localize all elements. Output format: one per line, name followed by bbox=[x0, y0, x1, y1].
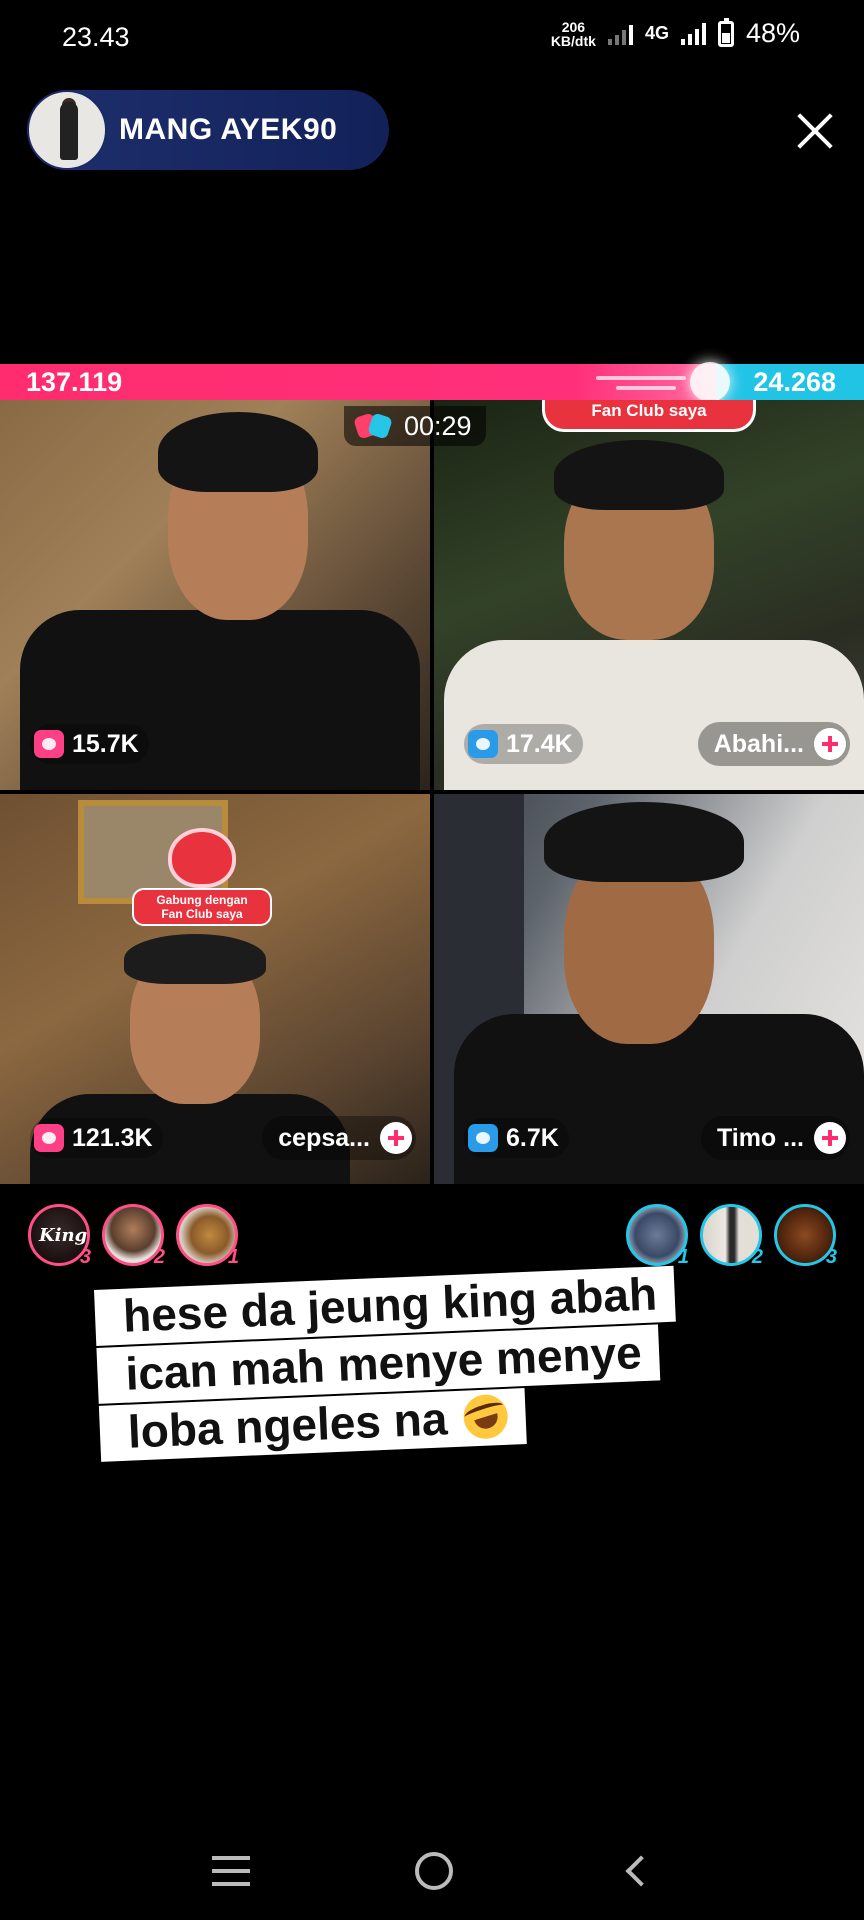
fan-club-badge[interactable]: Fan Club saya bbox=[542, 400, 756, 432]
home-icon[interactable] bbox=[414, 1852, 453, 1890]
participant-name-chip[interactable]: Timo ... bbox=[700, 1116, 850, 1160]
network-type: 4G bbox=[644, 23, 669, 43]
person-hair bbox=[158, 412, 318, 492]
system-nav-bar bbox=[0, 1822, 864, 1920]
pink-team-icon bbox=[34, 1124, 64, 1152]
participant-score-chip: 6.7K bbox=[464, 1118, 569, 1158]
participant-score-chip: 17.4K bbox=[464, 724, 583, 764]
battle-timer: 00:29 bbox=[344, 406, 486, 446]
battery-percent: 48% bbox=[745, 18, 800, 48]
top-gifters-right: 1 2 3 bbox=[626, 1204, 837, 1268]
status-time: 23.43 bbox=[62, 22, 130, 52]
host-profile-pill[interactable]: MANG AYEK90 bbox=[27, 90, 389, 170]
signal-icon bbox=[607, 23, 633, 45]
video-tile-3[interactable]: Gabung dengan Fan Club saya 121.3K cepsa… bbox=[0, 794, 430, 1184]
close-icon[interactable] bbox=[794, 110, 836, 152]
blue-team-icon bbox=[468, 1124, 498, 1152]
gifter-avatar[interactable]: 2 bbox=[700, 1204, 763, 1268]
person-hair bbox=[544, 802, 744, 882]
network-speed: 206 KB/dtk bbox=[550, 18, 596, 49]
top-gifters-left: King 3 2 1 bbox=[28, 1204, 239, 1268]
gifter-avatar[interactable]: 2 bbox=[102, 1204, 165, 1268]
timer-text: 00:29 bbox=[404, 410, 472, 441]
gifter-avatar[interactable]: 1 bbox=[176, 1204, 239, 1268]
blue-team-icon bbox=[468, 730, 498, 758]
score-right: 24.268 bbox=[753, 367, 836, 397]
gifter-avatar[interactable]: 1 bbox=[626, 1204, 689, 1268]
score-bar-left: 137.119 bbox=[0, 362, 730, 402]
person-hair bbox=[554, 440, 724, 510]
heart-icon bbox=[172, 832, 232, 884]
person-shirt bbox=[444, 640, 864, 790]
follow-plus-icon[interactable] bbox=[380, 1122, 412, 1154]
follow-plus-icon[interactable] bbox=[814, 728, 846, 760]
spark-icon bbox=[690, 362, 730, 402]
video-tile-1[interactable]: 15.7K bbox=[0, 400, 430, 790]
boxing-gloves-icon bbox=[353, 412, 394, 440]
caption-overlay: hese da jeung king abah ican mah menye m… bbox=[94, 1262, 761, 1463]
gifter-avatar[interactable]: 3 bbox=[774, 1204, 837, 1268]
follow-plus-icon[interactable] bbox=[814, 1122, 846, 1154]
status-bar: 23.43 206 KB/dtk 4G 48% bbox=[0, 0, 864, 76]
video-tile-4[interactable]: 6.7K Timo ... bbox=[434, 794, 864, 1184]
gifter-avatar[interactable]: King 3 bbox=[28, 1204, 91, 1268]
participant-score-chip: 121.3K bbox=[30, 1118, 163, 1158]
participant-name-chip[interactable]: cepsa... bbox=[262, 1116, 416, 1160]
participant-score-chip: 15.7K bbox=[30, 724, 149, 764]
battle-score-bar: 137.119 24.268 bbox=[0, 362, 864, 402]
recent-apps-icon[interactable] bbox=[212, 1856, 251, 1886]
signal-strength-icon bbox=[680, 22, 706, 45]
participant-name-chip[interactable]: Abahi... bbox=[697, 722, 850, 766]
host-avatar[interactable] bbox=[27, 90, 107, 170]
battle-video-grid: 00:29 15.7K Fan Club saya 17.4K Abahi... bbox=[0, 400, 864, 1184]
pink-team-icon bbox=[34, 730, 64, 758]
rolling-laughing-emoji-icon bbox=[458, 1389, 514, 1445]
score-left: 137.119 bbox=[26, 367, 123, 397]
fan-club-overlay[interactable]: Gabung dengan Fan Club saya bbox=[132, 824, 272, 934]
status-icons: 206 KB/dtk 4G 48% bbox=[550, 17, 800, 49]
person-hat bbox=[124, 934, 266, 984]
battery-icon bbox=[717, 17, 734, 47]
back-icon[interactable] bbox=[625, 1855, 657, 1887]
host-name: MANG AYEK90 bbox=[119, 113, 338, 146]
video-tile-2[interactable]: Fan Club saya 17.4K Abahi... bbox=[434, 400, 864, 790]
